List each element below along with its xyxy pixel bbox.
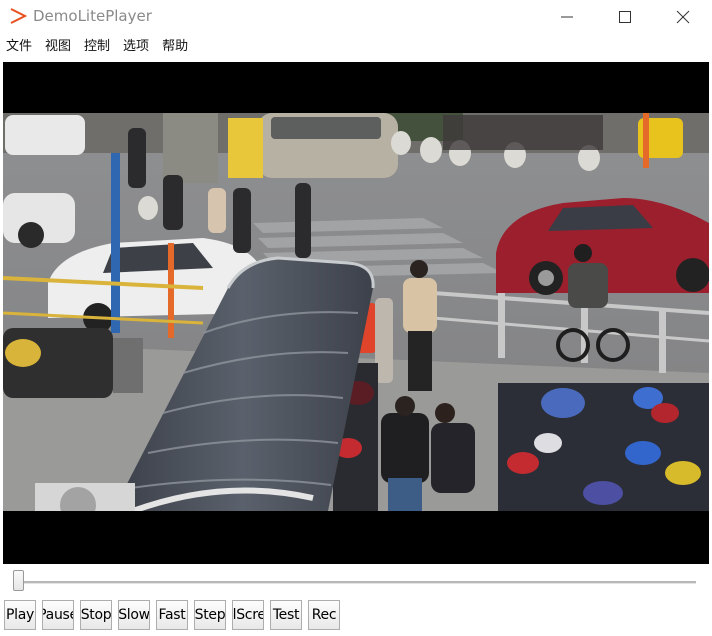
control-toolbar: Play Pause Stop Slow Fast Step FullScree… [4,600,346,632]
close-icon [676,10,690,24]
pause-button[interactable]: Pause [42,600,74,630]
fast-button[interactable]: Fast [156,600,188,630]
video-frame [3,113,709,511]
record-button[interactable]: Rec [308,600,340,630]
step-button[interactable]: Step [194,600,226,630]
test-button[interactable]: Test [270,600,302,630]
menu-view[interactable]: 视图 [39,36,78,58]
maximize-button[interactable] [596,0,654,33]
stop-button[interactable]: Stop [80,600,112,630]
maximize-icon [619,11,631,23]
menu-help[interactable]: 帮助 [156,36,195,58]
slow-button[interactable]: Slow [118,600,150,630]
menu-control[interactable]: 控制 [78,36,117,58]
minimize-icon [561,16,573,18]
fullscreen-button[interactable]: FullScreen [232,600,264,630]
seek-track[interactable] [22,581,696,584]
window-title: DemoLitePlayer [33,7,152,25]
play-button[interactable]: Play [4,600,36,630]
seek-handle[interactable] [13,570,24,591]
menu-options[interactable]: 选项 [117,36,156,58]
menu-file[interactable]: 文件 [0,36,39,58]
app-play-icon [10,8,27,24]
close-button[interactable] [654,0,712,33]
menu-bar: 文件 视图 控制 选项 帮助 [0,36,712,58]
seek-slider[interactable] [0,566,712,596]
minimize-button[interactable] [538,0,596,33]
video-display[interactable] [3,62,709,564]
title-bar: DemoLitePlayer [0,0,712,33]
